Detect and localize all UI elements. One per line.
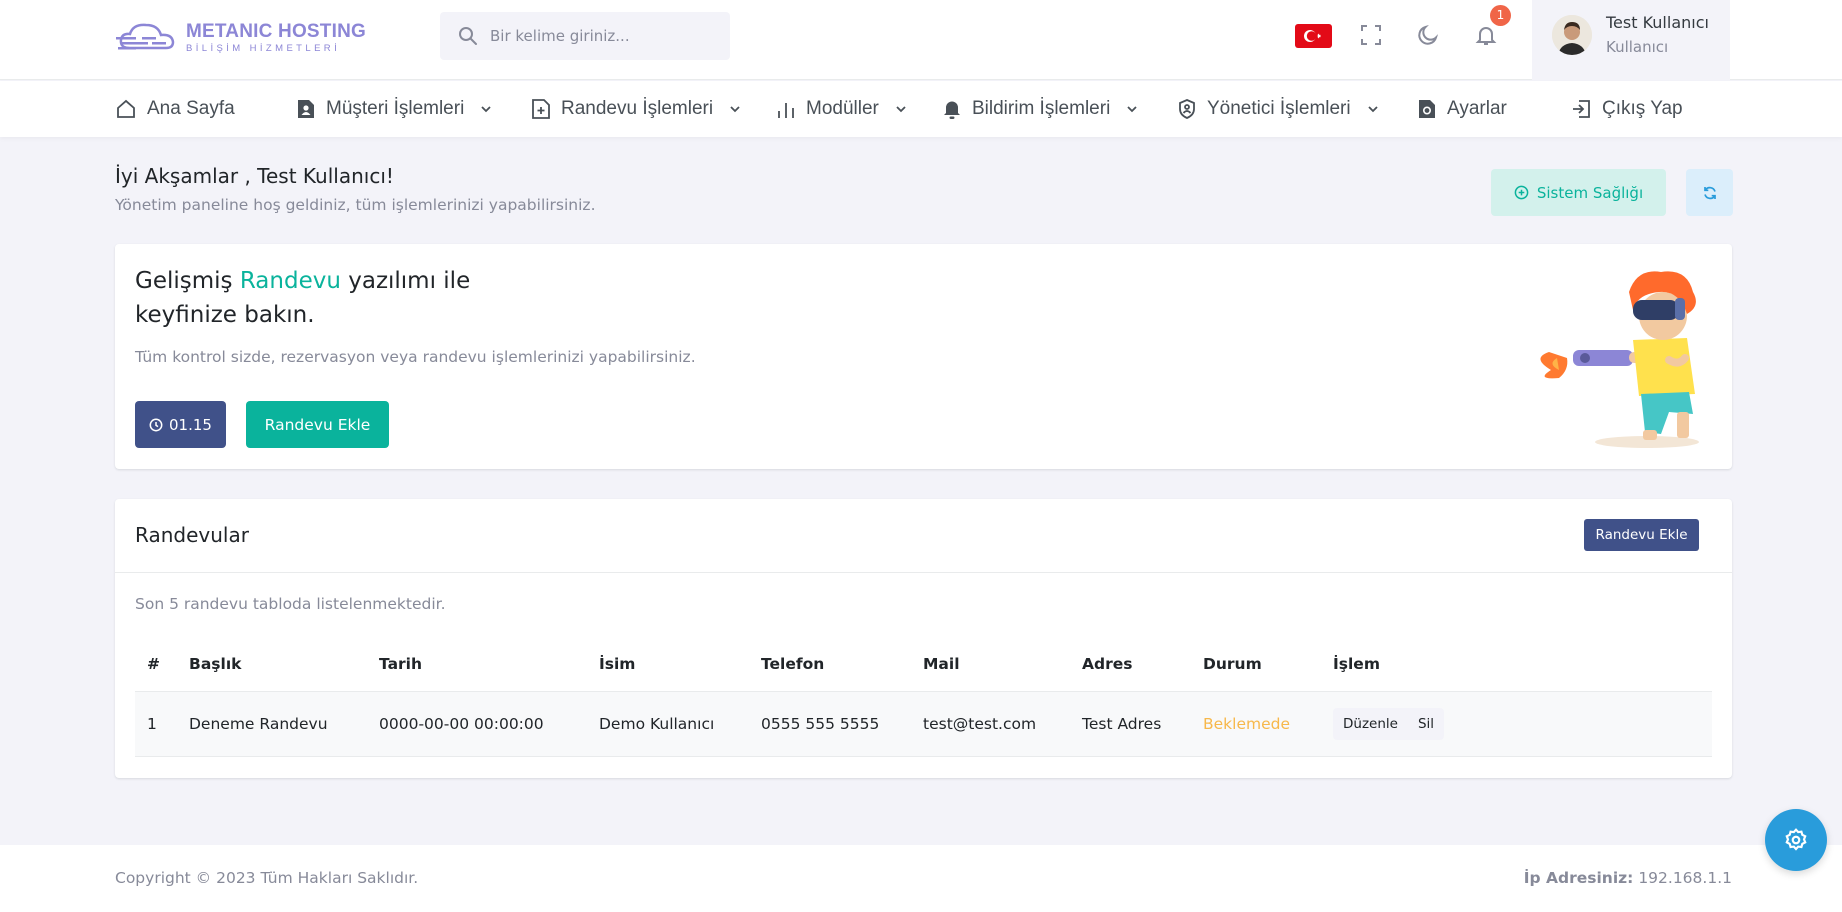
nav-label: Randevu İşlemleri bbox=[561, 98, 714, 119]
nav-label: Ayarlar bbox=[1447, 98, 1507, 119]
bell-icon bbox=[944, 101, 960, 119]
appointments-title: Randevular bbox=[135, 523, 249, 547]
table-row: 1 Deneme Randevu 0000-00-00 00:00:00 Dem… bbox=[135, 691, 1712, 757]
time-button[interactable]: 01.15 bbox=[135, 401, 226, 448]
column-header: # bbox=[135, 637, 177, 692]
column-header: Adres bbox=[1070, 637, 1191, 692]
delete-button[interactable]: Sil bbox=[1408, 708, 1444, 740]
logout-icon bbox=[1573, 100, 1590, 118]
column-header: Durum bbox=[1191, 637, 1321, 692]
column-header: İsim bbox=[587, 637, 749, 692]
chevron-down-icon bbox=[1127, 106, 1137, 113]
nav-settings[interactable]: Ayarlar bbox=[1417, 81, 1507, 137]
ip-value: 192.168.1.1 bbox=[1638, 869, 1732, 887]
settings-file-icon bbox=[1419, 100, 1435, 118]
flag-tr-icon[interactable] bbox=[1295, 24, 1332, 48]
nav-home[interactable]: Ana Sayfa bbox=[115, 81, 235, 137]
brand-logo[interactable]: METANIC HOSTING BİLİŞİM HİZMETLERİ bbox=[116, 18, 366, 58]
cell-address: Test Adres bbox=[1070, 691, 1191, 757]
bar-chart-icon bbox=[778, 103, 794, 118]
column-header: İşlem bbox=[1321, 637, 1712, 692]
nav-label: Modüller bbox=[806, 98, 879, 119]
nav-modules[interactable]: Modüller bbox=[776, 81, 907, 137]
user-file-icon bbox=[298, 100, 314, 118]
refresh-icon bbox=[1703, 186, 1716, 199]
user-role: Kullanıcı bbox=[1606, 38, 1669, 56]
nav-label: Çıkış Yap bbox=[1602, 98, 1683, 119]
chevron-down-icon bbox=[1367, 106, 1378, 113]
nav-label: Ana Sayfa bbox=[147, 98, 235, 119]
ip-label: İp Adresiniz: bbox=[1523, 869, 1634, 887]
cell-date: 0000-00-00 00:00:00 bbox=[367, 691, 587, 757]
add-appointment-button-small[interactable]: Randevu Ekle bbox=[1584, 519, 1699, 551]
cloud-logo-icon bbox=[116, 20, 182, 56]
status-badge: Beklemede bbox=[1191, 691, 1321, 757]
nav-admin[interactable]: Yönetici İşlemleri bbox=[1177, 81, 1379, 137]
cell-title: Deneme Randevu bbox=[177, 691, 367, 757]
page-subtitle: Yönetim paneline hoş geldiniz, tüm işlem… bbox=[115, 196, 596, 214]
chevron-down-icon bbox=[730, 106, 740, 113]
hero-title: Gelişmiş Randevu yazılımı ile keyfinize … bbox=[135, 268, 471, 328]
search-icon bbox=[459, 27, 477, 45]
notification-badge: 1 bbox=[1490, 5, 1511, 26]
footer: Copyright © 2023 Tüm Hakları Saklıdır. İ… bbox=[0, 845, 1842, 912]
user-name: Test Kullanıcı bbox=[1606, 13, 1709, 32]
nav-label: Bildirim İşlemleri bbox=[972, 98, 1111, 119]
settings-fab-button[interactable] bbox=[1765, 809, 1827, 871]
hero-description: Tüm kontrol sizde, rezervasyon veya rand… bbox=[135, 348, 696, 366]
appointments-card: Randevular Randevu Ekle Son 5 randevu ta… bbox=[115, 499, 1732, 778]
page-title: İyi Akşamlar , Test Kullanıcı! bbox=[115, 164, 394, 188]
moon-icon[interactable] bbox=[1413, 20, 1443, 50]
nav-customers[interactable]: Müşteri İşlemleri bbox=[296, 81, 492, 137]
edit-button[interactable]: Düzenle bbox=[1333, 708, 1408, 740]
nav-notifications[interactable]: Bildirim İşlemleri bbox=[942, 81, 1138, 137]
vr-kid-illustration bbox=[1529, 262, 1719, 454]
gear-icon bbox=[1785, 828, 1807, 851]
appointments-info: Son 5 randevu tabloda listelenmektedir. bbox=[135, 595, 446, 613]
chevron-down-icon bbox=[896, 106, 906, 113]
column-header: Başlık bbox=[177, 637, 367, 692]
nav-logout[interactable]: Çıkış Yap bbox=[1570, 81, 1683, 137]
search-input[interactable] bbox=[490, 27, 720, 45]
topbar: METANIC HOSTING BİLİŞİM HİZMETLERİ 1 Tes… bbox=[0, 0, 1842, 80]
appointments-header: Randevular Randevu Ekle bbox=[115, 499, 1732, 573]
plus-circle-icon bbox=[1514, 185, 1529, 200]
column-header: Telefon bbox=[749, 637, 911, 692]
hero-title-accent: Randevu bbox=[239, 268, 341, 294]
nav-label: Müşteri İşlemleri bbox=[326, 98, 465, 119]
clock-icon bbox=[149, 418, 163, 431]
ip-address: İp Adresiniz: 192.168.1.1 bbox=[1524, 869, 1732, 887]
home-icon bbox=[117, 99, 135, 118]
add-appointment-button[interactable]: Randevu Ekle bbox=[246, 401, 389, 448]
cell-mail: test@test.com bbox=[911, 691, 1070, 757]
system-health-button[interactable]: Sistem Sağlığı bbox=[1491, 169, 1666, 216]
cell-actions: Düzenle Sil bbox=[1321, 691, 1712, 757]
nav-label: Yönetici İşlemleri bbox=[1207, 98, 1351, 119]
appointments-table: # Başlık Tarih İsim Telefon Mail Adres D… bbox=[135, 637, 1712, 757]
time-label: 01.15 bbox=[169, 415, 212, 434]
table-header-row: # Başlık Tarih İsim Telefon Mail Adres D… bbox=[135, 637, 1712, 692]
brand-name: METANIC HOSTING bbox=[186, 21, 366, 43]
user-menu[interactable]: Test Kullanıcı Kullanıcı bbox=[1532, 0, 1730, 80]
cell-name: Demo Kullanıcı bbox=[587, 691, 749, 757]
action-group: Düzenle Sil bbox=[1333, 707, 1445, 740]
nav-appointments[interactable]: Randevu İşlemleri bbox=[531, 81, 741, 137]
fullscreen-icon[interactable] bbox=[1356, 20, 1386, 50]
file-plus-icon bbox=[532, 99, 550, 119]
system-health-label: Sistem Sağlığı bbox=[1536, 183, 1644, 202]
copyright: Copyright © 2023 Tüm Hakları Saklıdır. bbox=[115, 869, 419, 887]
cell-phone: 0555 555 5555 bbox=[749, 691, 911, 757]
avatar bbox=[1552, 15, 1592, 55]
column-header: Mail bbox=[911, 637, 1070, 692]
shield-user-icon bbox=[1179, 99, 1195, 119]
main-nav: Ana Sayfa Müşteri İşlemleri Randevu İşle… bbox=[0, 81, 1842, 137]
column-header: Tarih bbox=[367, 637, 587, 692]
hero-card: Gelişmiş Randevu yazılımı ile keyfinize … bbox=[115, 244, 1732, 469]
search-box bbox=[440, 12, 730, 60]
brand-tagline: BİLİŞİM HİZMETLERİ bbox=[186, 43, 341, 55]
chevron-down-icon bbox=[481, 106, 491, 113]
refresh-button[interactable] bbox=[1686, 169, 1733, 216]
cell-no: 1 bbox=[135, 691, 177, 757]
